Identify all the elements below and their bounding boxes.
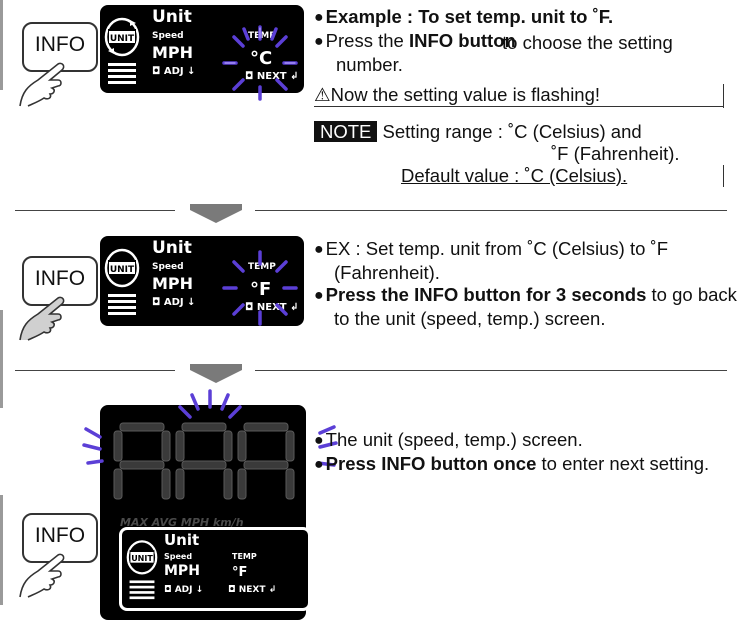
flashing-indicator-icon xyxy=(222,250,298,326)
lcd-speed-label: Speed xyxy=(164,552,193,561)
lcd-title: Unit xyxy=(152,238,192,258)
lcd-setting-display: UNIT Unit Speed MPH ◘ ADJ ↓ TEMP °F ◘ NE… xyxy=(119,527,311,611)
note-range: Setting range : ˚C (Celsius) and xyxy=(382,121,642,142)
svg-text:UNIT: UNIT xyxy=(131,554,153,563)
lcd-adj: ◘ ADJ ↓ xyxy=(164,585,204,595)
pressing-hand-icon xyxy=(19,62,65,107)
svg-text:UNIT: UNIT xyxy=(110,265,135,275)
down-arrow-icon xyxy=(190,370,242,383)
unit-mode-icon: UNIT xyxy=(104,17,140,84)
note-box: NOTE Setting range : ˚C (Celsius) and ˚F… xyxy=(314,121,730,187)
info-button-label: INFO xyxy=(34,33,86,56)
bullet-ex: ● EX : Set temp. unit from ˚C (Celsius) t… xyxy=(314,238,669,283)
flashing-indicator-icon xyxy=(222,25,298,101)
edge-mark xyxy=(0,495,3,605)
lcd-adj: ◘ ADJ ↓ xyxy=(152,297,196,308)
warning-icon: ⚠ xyxy=(314,84,331,105)
unit-mode-icon: UNIT xyxy=(126,540,158,600)
lcd-setting-display: UNIT Unit Speed MPH ◘ ADJ ↓ TEMP °F ◘ NE… xyxy=(100,236,304,326)
warning-line: ⚠Now the setting value is flashing! xyxy=(314,84,724,108)
lcd-speed-label: Speed xyxy=(152,262,184,272)
svg-text:UNIT: UNIT xyxy=(110,34,135,44)
divider xyxy=(15,370,175,371)
note-range-2: ˚F (Fahrenheit). xyxy=(551,143,680,164)
warning-text: Now the setting value is flashing! xyxy=(330,84,601,105)
down-arrow-icon xyxy=(190,210,242,223)
note-default: Default value : ˚C (Celsius). xyxy=(314,165,724,187)
flashing-indicator-icon xyxy=(82,389,338,467)
pressing-hand-icon xyxy=(19,553,65,598)
lcd-title: Unit xyxy=(164,531,200,549)
bullet-unit-screen: ● The unit (speed, temp.) screen. xyxy=(314,429,583,450)
lcd-title: Unit xyxy=(152,7,192,27)
section3-text: ● The unit (speed, temp.) screen. ● Press … xyxy=(314,429,734,477)
bullet-press-once: ● Press INFO button once to enter next se… xyxy=(314,453,710,474)
bullet-press-info: ● Press the INFO button to choose the set… xyxy=(314,30,673,75)
divider xyxy=(255,210,727,211)
divider xyxy=(255,370,727,371)
edge-mark xyxy=(0,310,3,408)
lcd-temp-value: °F xyxy=(232,565,248,580)
lcd-speed-unit: MPH xyxy=(152,274,194,293)
unit-mode-icon: UNIT xyxy=(104,248,140,315)
section2-text: ● EX : Set temp. unit from ˚C (Celsius) t… xyxy=(314,238,739,330)
lcd-adj: ◘ ADJ ↓ xyxy=(152,66,196,77)
info-button-label: INFO xyxy=(34,267,86,290)
info-button-label: INFO xyxy=(34,524,86,547)
lcd-setting-display: UNIT Unit Speed MPH ◘ ADJ ↓ TEMP °C ◘ NE… xyxy=(100,5,304,101)
lcd-speed-unit: MPH xyxy=(164,563,200,579)
lcd-speed-unit: MPH xyxy=(152,43,194,62)
lcd-temp-label: TEMP xyxy=(232,552,257,561)
divider xyxy=(15,210,175,211)
section1-text: ● Example : To set temp. unit to ˚F. ● Pre… xyxy=(314,6,734,76)
bullet-example: ● Example : To set temp. unit to ˚F. xyxy=(314,6,614,27)
bullet-press-3s: ● Press the INFO button for 3 seconds to … xyxy=(314,284,737,329)
note-badge: NOTE xyxy=(314,121,378,142)
lcd-speed-label: Speed xyxy=(152,31,184,41)
lcd-next: ◘ NEXT ↲ xyxy=(228,585,277,595)
edge-mark xyxy=(0,0,3,90)
pressing-hand-icon xyxy=(19,296,65,341)
